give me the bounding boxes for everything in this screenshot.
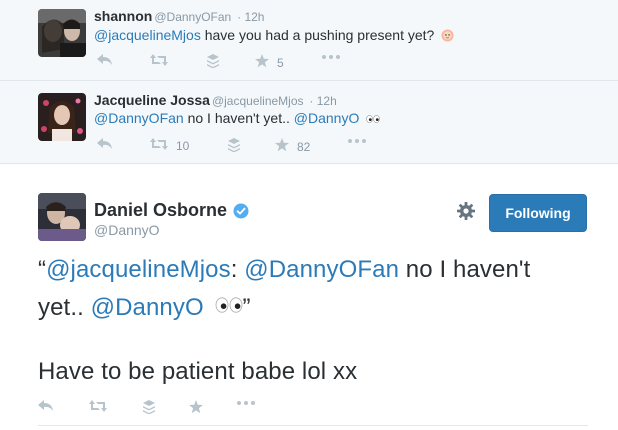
more-icon[interactable] [347,138,367,144]
tweet-shannon[interactable]: shannon @DannyOFan · 12h @jacquelineMjos … [0,0,618,81]
avatar-daniel[interactable] [38,193,86,241]
stack-icon[interactable] [207,54,219,68]
tweet-actions: 10 82 [97,138,366,155]
stack-icon[interactable] [228,138,240,152]
tweet-text-line1: “@jacquelineMjos: @DannyOFan no I haven'… [38,256,530,284]
mention-link[interactable]: @DannyOFan [94,110,184,126]
baby-emoji-icon [441,29,454,45]
tweet-time[interactable]: · 12h [309,94,336,108]
author-name[interactable]: Jacqueline Jossa [94,92,210,108]
author-name[interactable]: Daniel Osborne [94,200,227,221]
gear-icon[interactable] [456,201,476,221]
tweet-body: have you had a pushing present yet? [200,27,435,43]
eyes-emoji-icon [215,292,243,320]
more-icon[interactable] [236,400,256,406]
verified-badge-icon [233,203,249,219]
star-icon [275,138,289,155]
author-handle[interactable]: @DannyO [94,222,160,238]
tweet-body: no I haven't yet.. [183,110,294,126]
tweet-time[interactable]: · 12h [237,10,264,24]
author-line: Daniel Osborne [94,200,249,221]
author-line: shannon @DannyOFan · 12h [94,8,264,24]
retweet-icon[interactable] [89,400,107,412]
stack-icon[interactable] [143,400,155,414]
mention-link[interactable]: @jacquelineMjos [46,256,231,283]
favorite-button[interactable]: 5 [255,54,284,71]
tweet-body: yet.. [38,294,91,321]
retweet-icon[interactable] [150,54,168,66]
mention-link[interactable]: @DannyOFan [244,256,399,283]
following-button[interactable]: Following [489,194,587,232]
retweet-icon [150,138,168,153]
star-icon[interactable] [189,400,203,414]
avatar-shannon[interactable] [38,9,86,57]
retweet-button[interactable]: 10 [150,138,189,153]
divider [0,163,618,164]
tweet-text: @DannyOFan no I haven't yet.. @DannyO [94,110,381,126]
mention-link[interactable]: @jacquelineMjos [94,27,201,43]
tweet-actions: 5 [97,54,357,70]
tweet-text: @jacquelineMjos have you had a pushing p… [94,27,454,45]
retweet-count: 10 [176,138,190,153]
tweet-punct: : [230,256,245,283]
author-line: Jacqueline Jossa @jacquelineMjos · 12h [94,92,337,108]
favorite-count: 5 [277,55,284,70]
tweet-actions [38,400,268,416]
quote-open: “ [38,256,47,283]
tweet-text-line2: yet.. @DannyO ” [38,292,251,322]
more-icon[interactable] [321,54,341,60]
mention-link[interactable]: @DannyO [91,294,204,321]
tweet-body-main: Have to be patient babe lol xx [38,358,358,385]
tweet-jacqueline[interactable]: Jacqueline Jossa @jacquelineMjos · 12h @D… [0,81,618,164]
reply-icon[interactable] [38,400,54,412]
author-handle[interactable]: @jacquelineMjos [212,94,304,108]
divider [38,425,588,426]
tweet-body: no I haven't [399,256,531,283]
favorite-button[interactable]: 82 [275,138,310,155]
mention-link[interactable]: @DannyO [294,110,360,126]
favorite-count: 82 [297,139,311,154]
author-handle[interactable]: @DannyOFan [154,10,231,24]
author-name[interactable]: shannon [94,8,152,24]
eyes-emoji-icon [366,110,381,126]
star-icon [255,54,269,71]
avatar-jacqueline[interactable] [38,93,86,141]
reply-icon[interactable] [97,138,113,150]
reply-icon[interactable] [97,54,113,66]
quote-close: ” [242,294,251,321]
